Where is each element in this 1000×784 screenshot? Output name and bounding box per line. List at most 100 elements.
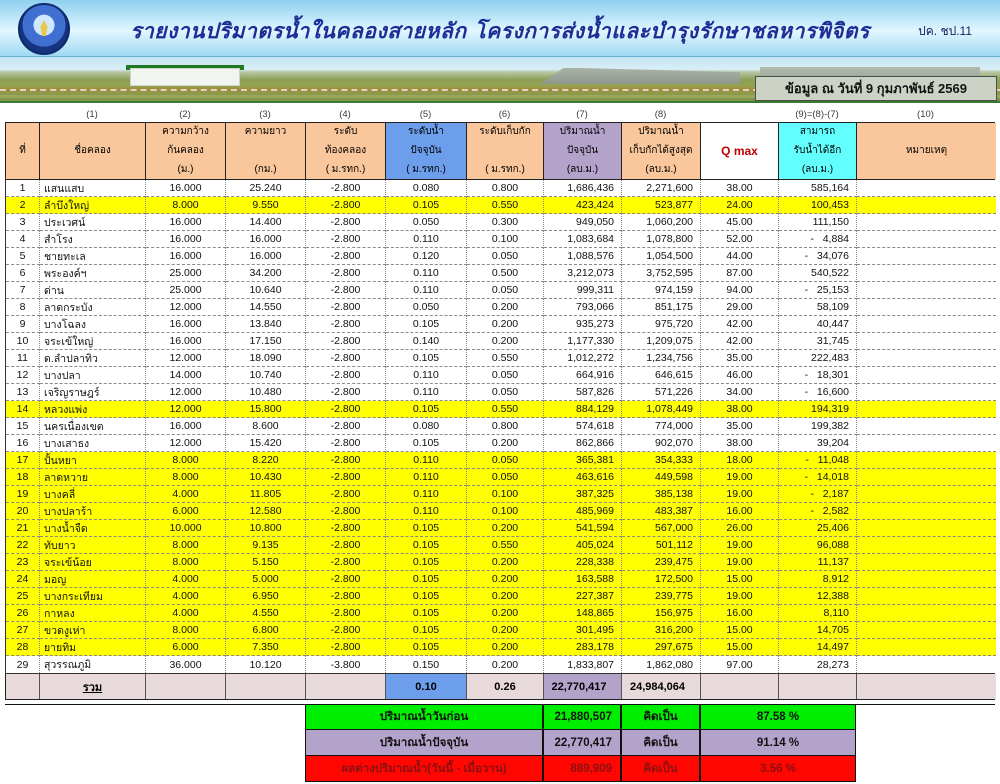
bed-level: -2.800 [306,469,386,486]
retention-level: 0.800 [467,418,544,435]
canal-name: บางกระเทียม [40,588,146,605]
remaining-capacity: 25,406 [779,520,857,537]
bed-level: -3.800 [306,656,386,673]
qmax-value: 19.00 [701,469,779,486]
canal-name: ทับยาว [40,537,146,554]
current-volume: 1,088,576 [544,248,622,265]
current-water-level: 0.110 [386,452,467,469]
max-storage-volume: 449,598 [622,469,701,486]
table-row: 6พระองค์ฯ25.00034.200-2.8000.1100.5003,2… [6,265,994,282]
remaining-capacity: 8,110 [779,605,857,622]
remark [857,214,996,231]
retention-level: 0.200 [467,333,544,350]
bed-width: 16.000 [146,316,226,333]
bed-level: -2.800 [306,435,386,452]
total-label: รวม [40,674,146,699]
qmax-value: 97.00 [701,656,779,673]
retention-level: 0.050 [467,248,544,265]
row-number: 17 [6,452,40,469]
retention-level: 0.200 [467,639,544,656]
current-volume: 587,826 [544,384,622,401]
remaining-capacity: 199,382 [779,418,857,435]
current-water-level: 0.105 [386,350,467,367]
table-row: 26กาหลง4.0004.550-2.8000.1050.200148,865… [6,605,994,622]
qmax-value: 94.00 [701,282,779,299]
column-number: (9)=(8)-(7) [778,107,856,122]
max-storage-volume: 567,000 [622,520,701,537]
retention-level: 0.550 [467,350,544,367]
row-number: 19 [6,486,40,503]
bed-level: -2.800 [306,605,386,622]
current-volume: 301,495 [544,622,622,639]
table-row: 19บางคลี่4.00011.805-2.8000.1100.100387,… [6,486,994,503]
summary-mid-label: คิดเป็น [621,704,700,730]
qmax-value: 15.00 [701,622,779,639]
retention-level: 0.050 [467,282,544,299]
max-storage-volume: 172,500 [622,571,701,588]
column-number: (8) [621,107,700,122]
table-row: 1แสนแสบ16.00025.240-2.8000.0800.8001,686… [6,180,994,197]
form-code: ปค. ชป.11 [918,22,972,41]
current-volume: 463,616 [544,469,622,486]
current-water-level: 0.105 [386,588,467,605]
max-storage-volume: 1,209,075 [622,333,701,350]
bed-width: 10.000 [146,520,226,537]
canal-name: สุวรรณภูมิ [40,656,146,673]
canal-length: 10.740 [226,367,306,384]
current-volume: 148,865 [544,605,622,622]
summary-label: ผลต่างปริมาณน้ำ(วันนี้ - เมื่อวาน) [305,756,543,782]
remark [857,435,996,452]
total-max-volume: 24,984,064 [622,674,701,699]
canal-name: บางปลา [40,367,146,384]
current-water-level: 0.110 [386,231,467,248]
remaining-capacity: 12,388 [779,588,857,605]
total-current-volume: 22,770,417 [544,674,622,699]
canal-length: 6.950 [226,588,306,605]
max-storage-volume: 1,060,200 [622,214,701,231]
canal-length: 10.800 [226,520,306,537]
remaining-capacity: 194,319 [779,401,857,418]
canal-name: บางปลาร้า [40,503,146,520]
bed-width: 4.000 [146,571,226,588]
bed-width: 16.000 [146,231,226,248]
remark [857,418,996,435]
table-row: 13เจริญราษฎร์12.00010.480-2.8000.1100.05… [6,384,994,401]
bed-width: 16.000 [146,180,226,197]
canal-name: ด.ลำปลาทิว [40,350,146,367]
current-volume: 1,012,272 [544,350,622,367]
remaining-capacity: 31,745 [779,333,857,350]
column-number [5,107,39,122]
qmax-value: 15.00 [701,639,779,656]
canal-name: ยายทิม [40,639,146,656]
table-row: 23จระเข้น้อย8.0005.150-2.8000.1050.20022… [6,554,994,571]
current-volume: 1,177,330 [544,333,622,350]
canal-length: 12.580 [226,503,306,520]
remark [857,656,996,673]
bed-level: -2.800 [306,265,386,282]
column-header: ความยาว(กม.) [226,123,306,179]
current-volume: 541,594 [544,520,622,537]
bed-level: -2.800 [306,350,386,367]
row-number: 4 [6,231,40,248]
table-row: 7ด่าน25.00010.640-2.8000.1100.050999,311… [6,282,994,299]
canal-name: ลาดกระบัง [40,299,146,316]
row-number: 7 [6,282,40,299]
current-volume: 1,083,684 [544,231,622,248]
canal-length: 18.090 [226,350,306,367]
remark [857,401,996,418]
table-row: 5ชายทะเล16.00016.000-2.8000.1200.0501,08… [6,248,994,265]
total-row: รวม0.100.2622,770,41724,984,064 [5,674,995,700]
summary-spacer [5,756,305,782]
current-volume: 574,618 [544,418,622,435]
retention-level: 0.050 [467,367,544,384]
bed-width: 12.000 [146,299,226,316]
bed-level: -2.800 [306,418,386,435]
remark [857,622,996,639]
remark [857,520,996,537]
column-header: หมายเหตุ [857,123,996,179]
column-number [700,107,778,122]
column-header: ระดับเก็บกัก( ม.รทก.) [467,123,544,179]
canal-length: 7.350 [226,639,306,656]
current-water-level: 0.080 [386,418,467,435]
current-volume: 862,866 [544,435,622,452]
